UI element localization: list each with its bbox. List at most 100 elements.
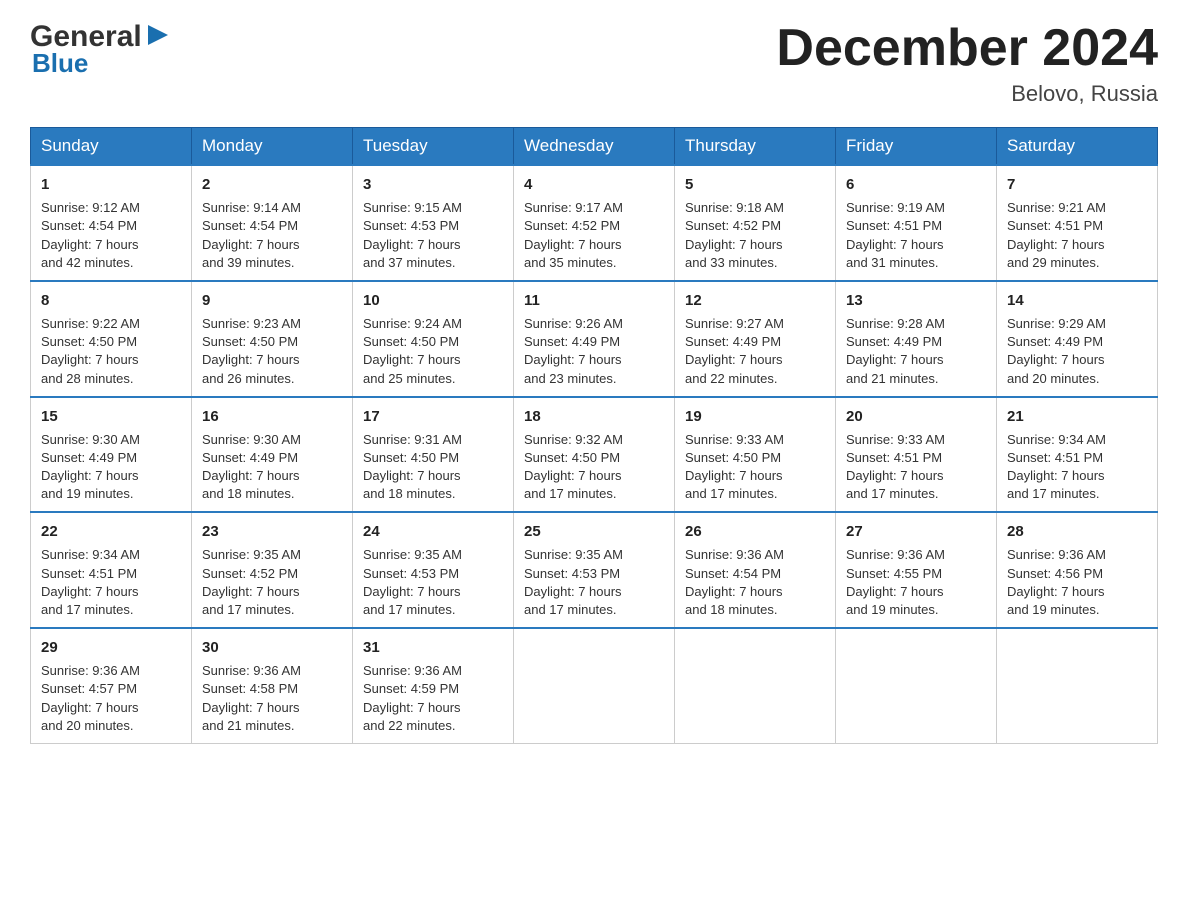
day-number: 14 [1007,290,1147,311]
sunset-text: Sunset: 4:53 PM [363,218,459,233]
table-row: 7 Sunrise: 9:21 AM Sunset: 4:51 PM Dayli… [997,165,1158,281]
daylight-text: Daylight: 7 hours [1007,352,1105,367]
day-number: 22 [41,521,181,542]
table-row: 23 Sunrise: 9:35 AM Sunset: 4:52 PM Dayl… [192,512,353,628]
sunrise-text: Sunrise: 9:26 AM [524,316,623,331]
day-number: 9 [202,290,342,311]
daylight-text: Daylight: 7 hours [524,584,622,599]
table-row: 10 Sunrise: 9:24 AM Sunset: 4:50 PM Dayl… [353,281,514,397]
sunrise-text: Sunrise: 9:17 AM [524,200,623,215]
daylight-text: Daylight: 7 hours [202,352,300,367]
daylight-text: Daylight: 7 hours [41,584,139,599]
sunrise-text: Sunrise: 9:36 AM [202,663,301,678]
table-row: 25 Sunrise: 9:35 AM Sunset: 4:53 PM Dayl… [514,512,675,628]
daylight-text: Daylight: 7 hours [524,468,622,483]
table-row: 1 Sunrise: 9:12 AM Sunset: 4:54 PM Dayli… [31,165,192,281]
daylight-minutes: and 19 minutes. [41,486,134,501]
daylight-minutes: and 17 minutes. [524,486,617,501]
table-row: 31 Sunrise: 9:36 AM Sunset: 4:59 PM Dayl… [353,628,514,743]
sunrise-text: Sunrise: 9:14 AM [202,200,301,215]
daylight-text: Daylight: 7 hours [685,237,783,252]
table-row: 27 Sunrise: 9:36 AM Sunset: 4:55 PM Dayl… [836,512,997,628]
table-row: 4 Sunrise: 9:17 AM Sunset: 4:52 PM Dayli… [514,165,675,281]
sunset-text: Sunset: 4:51 PM [846,450,942,465]
day-number: 4 [524,174,664,195]
daylight-minutes: and 17 minutes. [202,602,295,617]
location: Belovo, Russia [776,81,1158,107]
daylight-text: Daylight: 7 hours [202,700,300,715]
table-row: 17 Sunrise: 9:31 AM Sunset: 4:50 PM Dayl… [353,397,514,513]
table-row: 19 Sunrise: 9:33 AM Sunset: 4:50 PM Dayl… [675,397,836,513]
table-row: 15 Sunrise: 9:30 AM Sunset: 4:49 PM Dayl… [31,397,192,513]
sunset-text: Sunset: 4:54 PM [41,218,137,233]
daylight-minutes: and 35 minutes. [524,255,617,270]
sunrise-text: Sunrise: 9:19 AM [846,200,945,215]
page-header: General Blue December 2024 Belovo, Russi… [30,20,1158,107]
daylight-text: Daylight: 7 hours [41,237,139,252]
table-row: 26 Sunrise: 9:36 AM Sunset: 4:54 PM Dayl… [675,512,836,628]
sunrise-text: Sunrise: 9:35 AM [363,547,462,562]
daylight-minutes: and 23 minutes. [524,371,617,386]
header-friday: Friday [836,128,997,166]
sunrise-text: Sunrise: 9:36 AM [685,547,784,562]
daylight-minutes: and 18 minutes. [363,486,456,501]
day-number: 31 [363,637,503,658]
sunrise-text: Sunrise: 9:18 AM [685,200,784,215]
daylight-minutes: and 29 minutes. [1007,255,1100,270]
sunset-text: Sunset: 4:49 PM [202,450,298,465]
day-number: 8 [41,290,181,311]
sunrise-text: Sunrise: 9:30 AM [202,432,301,447]
table-row: 29 Sunrise: 9:36 AM Sunset: 4:57 PM Dayl… [31,628,192,743]
sunset-text: Sunset: 4:53 PM [524,566,620,581]
sunset-text: Sunset: 4:51 PM [1007,450,1103,465]
day-number: 3 [363,174,503,195]
daylight-minutes: and 19 minutes. [1007,602,1100,617]
sunset-text: Sunset: 4:49 PM [685,334,781,349]
sunset-text: Sunset: 4:57 PM [41,681,137,696]
daylight-minutes: and 17 minutes. [41,602,134,617]
daylight-minutes: and 28 minutes. [41,371,134,386]
table-row [514,628,675,743]
day-number: 2 [202,174,342,195]
table-row: 28 Sunrise: 9:36 AM Sunset: 4:56 PM Dayl… [997,512,1158,628]
daylight-text: Daylight: 7 hours [41,468,139,483]
table-row: 5 Sunrise: 9:18 AM Sunset: 4:52 PM Dayli… [675,165,836,281]
sunrise-text: Sunrise: 9:15 AM [363,200,462,215]
table-row: 30 Sunrise: 9:36 AM Sunset: 4:58 PM Dayl… [192,628,353,743]
sunrise-text: Sunrise: 9:33 AM [685,432,784,447]
day-number: 28 [1007,521,1147,542]
sunrise-text: Sunrise: 9:33 AM [846,432,945,447]
day-number: 16 [202,406,342,427]
day-number: 26 [685,521,825,542]
daylight-text: Daylight: 7 hours [1007,468,1105,483]
sunset-text: Sunset: 4:53 PM [363,566,459,581]
daylight-text: Daylight: 7 hours [846,237,944,252]
table-row: 18 Sunrise: 9:32 AM Sunset: 4:50 PM Dayl… [514,397,675,513]
daylight-minutes: and 18 minutes. [685,602,778,617]
sunset-text: Sunset: 4:54 PM [202,218,298,233]
calendar-week-row: 22 Sunrise: 9:34 AM Sunset: 4:51 PM Dayl… [31,512,1158,628]
table-row: 24 Sunrise: 9:35 AM Sunset: 4:53 PM Dayl… [353,512,514,628]
daylight-text: Daylight: 7 hours [846,584,944,599]
sunrise-text: Sunrise: 9:35 AM [202,547,301,562]
daylight-minutes: and 22 minutes. [685,371,778,386]
sunset-text: Sunset: 4:52 PM [202,566,298,581]
daylight-minutes: and 17 minutes. [363,602,456,617]
month-title: December 2024 [776,20,1158,77]
table-row: 12 Sunrise: 9:27 AM Sunset: 4:49 PM Dayl… [675,281,836,397]
sunset-text: Sunset: 4:49 PM [846,334,942,349]
daylight-minutes: and 20 minutes. [1007,371,1100,386]
table-row: 11 Sunrise: 9:26 AM Sunset: 4:49 PM Dayl… [514,281,675,397]
daylight-text: Daylight: 7 hours [202,468,300,483]
sunrise-text: Sunrise: 9:29 AM [1007,316,1106,331]
day-number: 18 [524,406,664,427]
sunset-text: Sunset: 4:56 PM [1007,566,1103,581]
sunrise-text: Sunrise: 9:36 AM [363,663,462,678]
header-tuesday: Tuesday [353,128,514,166]
sunset-text: Sunset: 4:49 PM [1007,334,1103,349]
sunrise-text: Sunrise: 9:31 AM [363,432,462,447]
daylight-text: Daylight: 7 hours [524,352,622,367]
day-number: 25 [524,521,664,542]
sunset-text: Sunset: 4:52 PM [685,218,781,233]
day-number: 21 [1007,406,1147,427]
